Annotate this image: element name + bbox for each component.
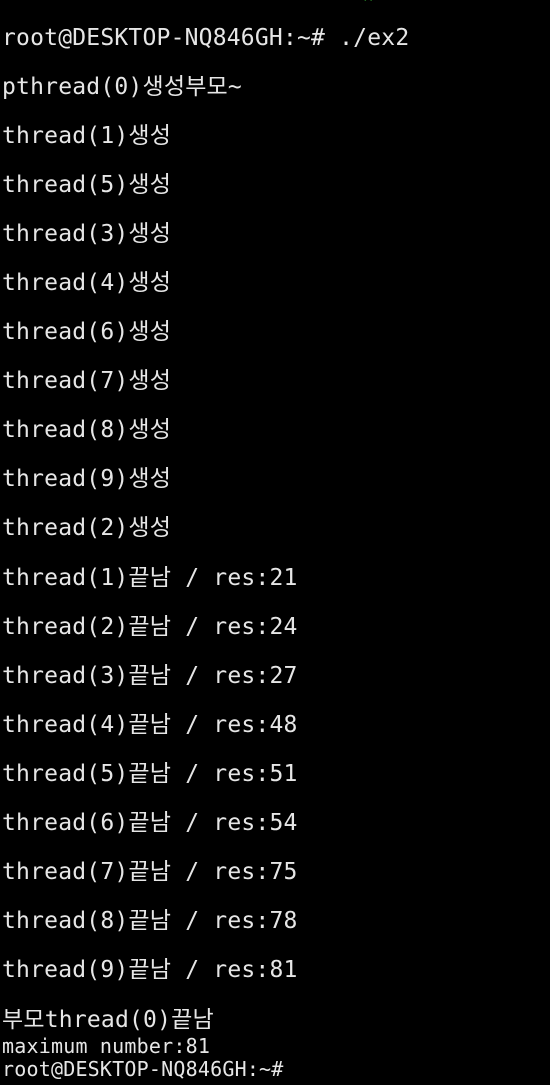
output-line-result: thread(8)끝남 / res:78 bbox=[2, 908, 298, 934]
terminal-window[interactable]: ^ root@DESKTOP-NQ846GH:~# ./ex2 pthread(… bbox=[0, 0, 550, 1085]
output-line: thread(5)생성 bbox=[2, 172, 172, 198]
output-line-result: thread(5)끝남 / res:51 bbox=[2, 761, 298, 787]
command-line: root@DESKTOP-NQ846GH:~# ./ex2 bbox=[2, 25, 410, 51]
output-line-result: thread(1)끝남 / res:21 bbox=[2, 565, 298, 591]
output-line: thread(6)생성 bbox=[2, 319, 172, 345]
output-line-parent-create: pthread(0)생성부모~ bbox=[2, 74, 242, 100]
output-line-result: thread(4)끝남 / res:48 bbox=[2, 712, 298, 738]
output-line-result: thread(7)끝남 / res:75 bbox=[2, 859, 298, 885]
output-line: thread(3)생성 bbox=[2, 221, 172, 247]
output-line: thread(8)생성 bbox=[2, 417, 172, 443]
output-line-maximum: maximum number:81 bbox=[2, 1034, 211, 1058]
output-line-result: thread(9)끝남 / res:81 bbox=[2, 957, 298, 983]
output-line: thread(4)생성 bbox=[2, 270, 172, 296]
output-line: thread(2)생성 bbox=[2, 515, 172, 541]
output-line-parent-end: 부모thread(0)끝남 bbox=[2, 1007, 214, 1033]
output-line-result: thread(3)끝남 / res:27 bbox=[2, 663, 298, 689]
caret-marker: ^ bbox=[364, 0, 373, 11]
output-line-result: thread(6)끝남 / res:54 bbox=[2, 810, 298, 836]
output-line: thread(9)생성 bbox=[2, 466, 172, 492]
output-line: thread(1)생성 bbox=[2, 123, 172, 149]
shell-prompt[interactable]: root@DESKTOP-NQ846GH:~# bbox=[2, 1058, 284, 1080]
output-line-result: thread(2)끝남 / res:24 bbox=[2, 614, 298, 640]
output-line: thread(7)생성 bbox=[2, 368, 172, 394]
